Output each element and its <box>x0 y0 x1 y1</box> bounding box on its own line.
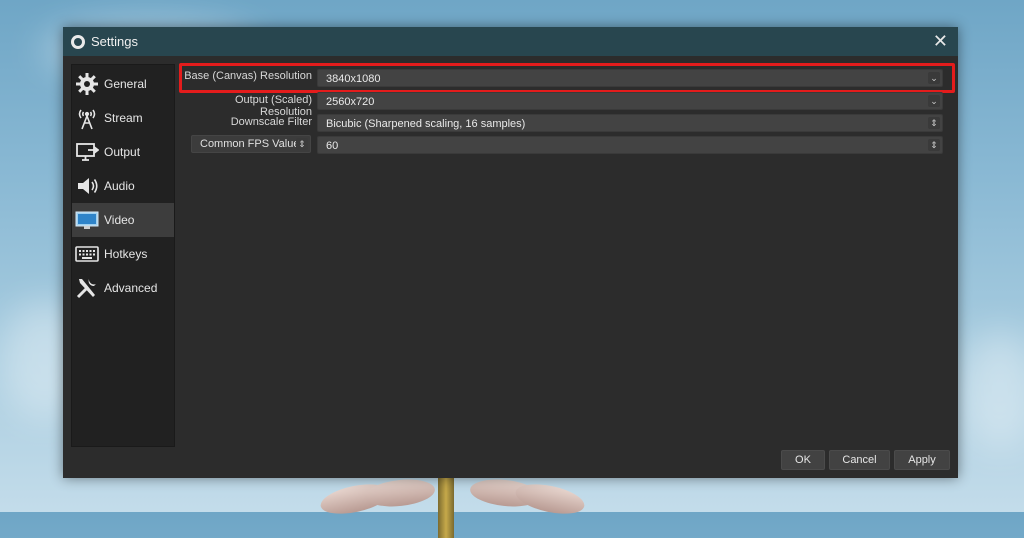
output-icon <box>75 140 99 164</box>
keyboard-icon <box>75 242 99 266</box>
obs-logo-icon <box>71 34 85 49</box>
sidebar-item-label: Audio <box>104 179 135 193</box>
fps-value-select[interactable]: 60 ⇕ <box>317 136 943 154</box>
antenna-icon <box>75 106 99 130</box>
close-button[interactable]: ✕ <box>933 31 948 51</box>
sidebar-item-label: Video <box>104 213 135 227</box>
tools-icon <box>75 276 99 300</box>
sidebar-item-label: Output <box>104 145 141 159</box>
sidebar-item-general[interactable]: General <box>72 67 174 101</box>
up-down-arrow-icon[interactable]: ⇕ <box>928 117 940 129</box>
sidebar-item-label: Advanced <box>104 281 158 295</box>
fps-value: 60 <box>326 140 339 152</box>
flower-image <box>318 476 590 538</box>
output-resolution-value: 2560x720 <box>326 96 375 108</box>
sidebar-item-label: Hotkeys <box>104 247 148 261</box>
base-resolution-label: Base (Canvas) Resolution <box>184 70 312 82</box>
fps-type-select[interactable]: Common FPS Values ⇕ <box>191 135 311 153</box>
apply-button[interactable]: Apply <box>894 450 950 470</box>
sidebar-item-advanced[interactable]: Advanced <box>72 271 174 305</box>
chevron-down-icon[interactable]: ⌄ <box>928 95 940 107</box>
speaker-icon <box>75 174 99 198</box>
fps-type-label: Common FPS Values <box>200 138 305 150</box>
window-title: Settings <box>91 34 138 49</box>
base-resolution-value: 3840x1080 <box>326 73 381 85</box>
sidebar-item-stream[interactable]: Stream <box>72 101 174 135</box>
downscale-filter-label: Downscale Filter <box>230 116 312 128</box>
sidebar-item-label: General <box>104 77 147 91</box>
base-resolution-combobox[interactable]: 3840x1080 ⌄ <box>317 69 943 87</box>
ok-button[interactable]: OK <box>781 450 825 470</box>
up-down-arrow-icon[interactable]: ⇕ <box>928 139 940 151</box>
sidebar-item-hotkeys[interactable]: Hotkeys <box>72 237 174 271</box>
chevron-down-icon[interactable]: ⌄ <box>928 72 940 84</box>
up-down-arrow-icon[interactable]: ⇕ <box>296 138 308 150</box>
downscale-filter-select[interactable]: Bicubic (Sharpened scaling, 16 samples) … <box>317 114 943 132</box>
cancel-button[interactable]: Cancel <box>829 450 890 470</box>
settings-window: Settings ✕ General Stream Output Audio V… <box>63 27 958 478</box>
downscale-filter-value: Bicubic (Sharpened scaling, 16 samples) <box>326 118 526 130</box>
sidebar-item-output[interactable]: Output <box>72 135 174 169</box>
gear-icon <box>75 72 99 96</box>
sidebar-item-video[interactable]: Video <box>72 203 174 237</box>
settings-sidebar: General Stream Output Audio Video Hotkey… <box>71 64 175 447</box>
background-cloud <box>960 330 1024 450</box>
monitor-icon <box>75 208 99 232</box>
sidebar-item-label: Stream <box>104 111 143 125</box>
title-bar: Settings ✕ <box>63 27 958 56</box>
output-resolution-combobox[interactable]: 2560x720 ⌄ <box>317 92 943 110</box>
sidebar-item-audio[interactable]: Audio <box>72 169 174 203</box>
output-resolution-label: Output (Scaled) Resolution <box>234 94 312 118</box>
